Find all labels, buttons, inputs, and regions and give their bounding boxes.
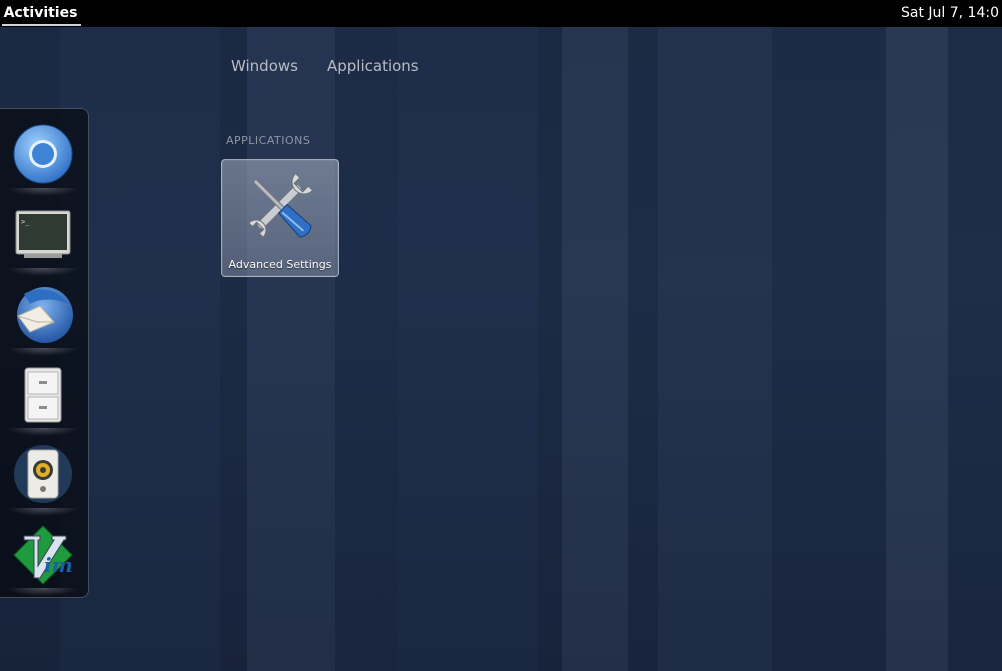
tab-applications[interactable]: Applications xyxy=(327,57,419,75)
tab-windows[interactable]: Windows xyxy=(231,57,298,75)
dash-item-rhythmbox[interactable] xyxy=(7,442,79,516)
dash-item-files[interactable] xyxy=(7,362,79,436)
svg-text:im: im xyxy=(44,553,73,577)
app-tile-advanced-settings[interactable]: Advanced Settings xyxy=(221,159,339,277)
dash-item-terminal[interactable]: >_ xyxy=(7,202,79,276)
chromium-icon xyxy=(13,124,73,184)
file-cabinet-icon xyxy=(24,367,62,423)
dash-item-chromium[interactable] xyxy=(7,122,79,196)
dash-item-vim[interactable]: im xyxy=(7,522,79,596)
svg-text:>_: >_ xyxy=(21,218,30,226)
activities-button[interactable]: Activities xyxy=(0,0,81,27)
search-results-heading: APPLICATIONS xyxy=(226,134,311,147)
terminal-icon: >_ xyxy=(15,210,71,258)
clock[interactable]: Sat Jul 7, 14:0 xyxy=(901,0,1002,27)
vim-icon: im xyxy=(13,525,73,585)
overview-background: >_ im Windows Applications APPLICATIONS … xyxy=(0,27,1002,671)
speaker-icon xyxy=(14,445,72,503)
wrench-screwdriver-icon xyxy=(248,172,314,238)
top-bar: Activities Sat Jul 7, 14:0 xyxy=(0,0,1002,27)
dash: >_ im xyxy=(0,108,89,598)
dash-item-thunderbird[interactable] xyxy=(7,282,79,356)
thunderbird-icon xyxy=(17,287,73,343)
app-tile-label: Advanced Settings xyxy=(228,258,332,271)
